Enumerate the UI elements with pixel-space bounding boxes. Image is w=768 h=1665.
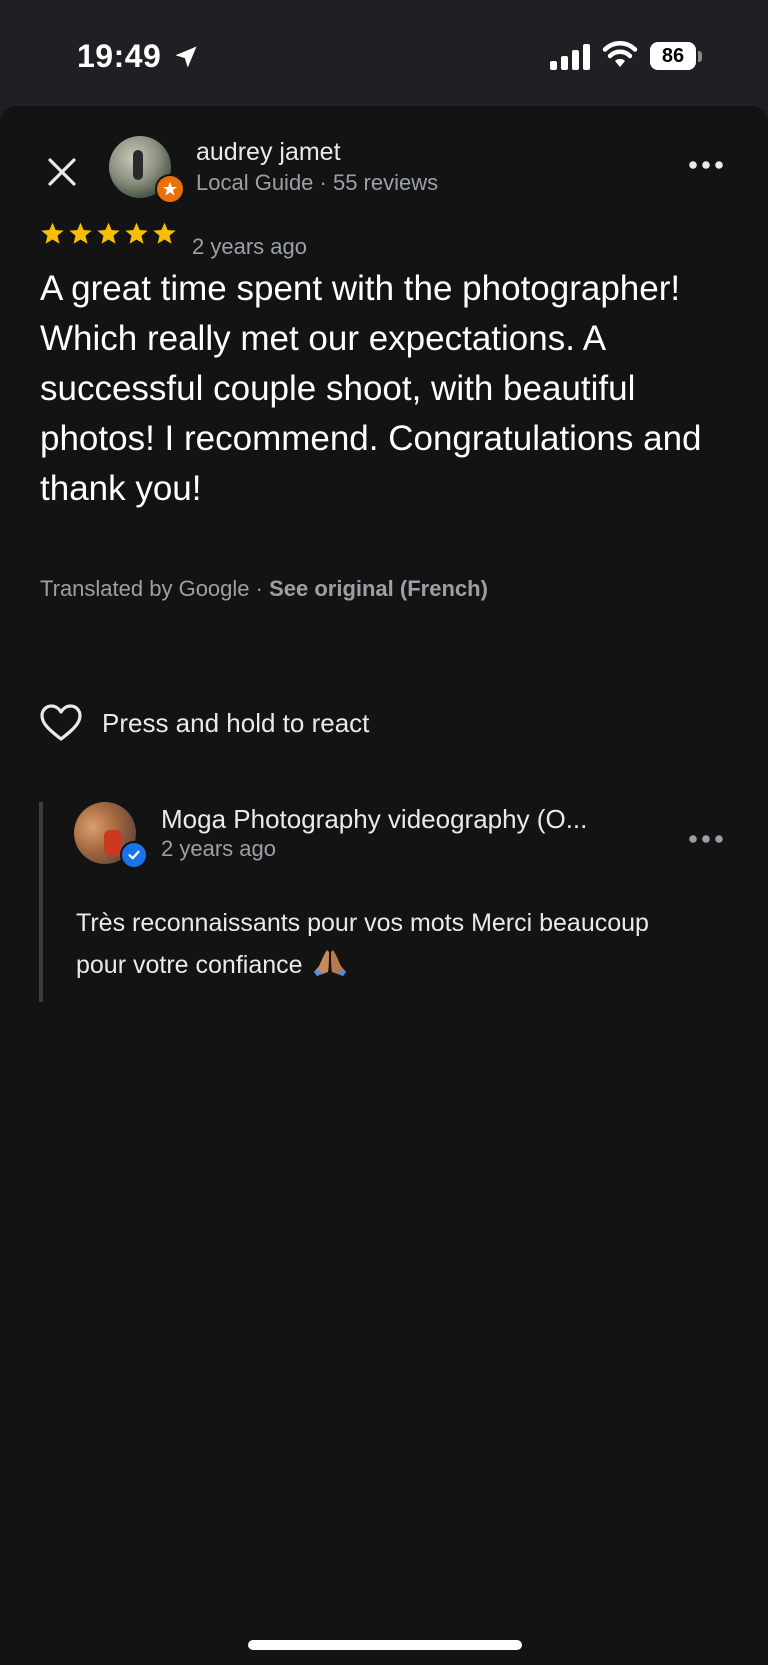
star-icon bbox=[41, 222, 64, 244]
review-text: A great time spent with the photographer… bbox=[40, 269, 702, 508]
review-sheet: audrey jamet Local Guide · 55 reviews 2 … bbox=[0, 106, 768, 1665]
translated-by-label: Translated by Google · bbox=[40, 576, 270, 601]
reviewer-meta: Local Guide · 55 reviews bbox=[196, 170, 439, 195]
review-date: 2 years ago bbox=[192, 234, 307, 259]
more-horiz-icon bbox=[689, 161, 723, 169]
battery-cap bbox=[698, 51, 702, 62]
verified-badge-icon bbox=[120, 841, 148, 869]
star-rating bbox=[40, 221, 177, 246]
folded-hands-icon bbox=[314, 950, 347, 976]
reply-divider-bar bbox=[39, 802, 43, 1002]
heart-icon bbox=[40, 704, 82, 741]
cellular-signal-icon bbox=[550, 44, 590, 70]
owner-reply-date: 2 years ago bbox=[161, 836, 276, 861]
status-bar: 19:49 86 bbox=[0, 0, 768, 106]
more-options-button[interactable] bbox=[684, 154, 728, 176]
avatar-figure bbox=[133, 150, 143, 180]
star-icon bbox=[69, 222, 92, 244]
local-guide-badge-icon bbox=[155, 174, 185, 204]
owner-name[interactable]: Moga Photography videography (O... bbox=[161, 804, 587, 835]
status-time: 19:49 bbox=[77, 38, 162, 74]
star-icon bbox=[97, 222, 120, 244]
battery-icon: 86 bbox=[650, 42, 702, 72]
owner-reply-text: Très reconnaissants pour vos mots Merci … bbox=[76, 902, 676, 986]
owner-reply-body: Très reconnaissants pour vos mots Merci … bbox=[76, 909, 649, 979]
star-icon bbox=[125, 222, 148, 244]
home-indicator[interactable] bbox=[248, 1640, 522, 1650]
star-badge-icon bbox=[163, 182, 177, 196]
wifi-icon bbox=[602, 41, 638, 67]
battery-level: 86 bbox=[650, 42, 696, 70]
close-button[interactable] bbox=[40, 150, 84, 194]
react-button[interactable]: Press and hold to react bbox=[40, 704, 369, 742]
star-icon bbox=[153, 222, 176, 244]
screen: 19:49 86 audrey jamet Local Guide · 55 r… bbox=[0, 0, 768, 1665]
translation-note: Translated by Google · See original (Fre… bbox=[40, 576, 488, 602]
reply-more-options-button[interactable] bbox=[684, 828, 728, 850]
location-arrow-icon bbox=[175, 46, 197, 68]
checkmark-icon bbox=[128, 850, 140, 860]
more-horiz-icon bbox=[689, 835, 723, 843]
reviewer-name[interactable]: audrey jamet bbox=[196, 138, 341, 167]
close-icon bbox=[48, 158, 76, 186]
see-original-link[interactable]: See original (French) bbox=[269, 576, 488, 601]
react-label: Press and hold to react bbox=[102, 707, 370, 738]
